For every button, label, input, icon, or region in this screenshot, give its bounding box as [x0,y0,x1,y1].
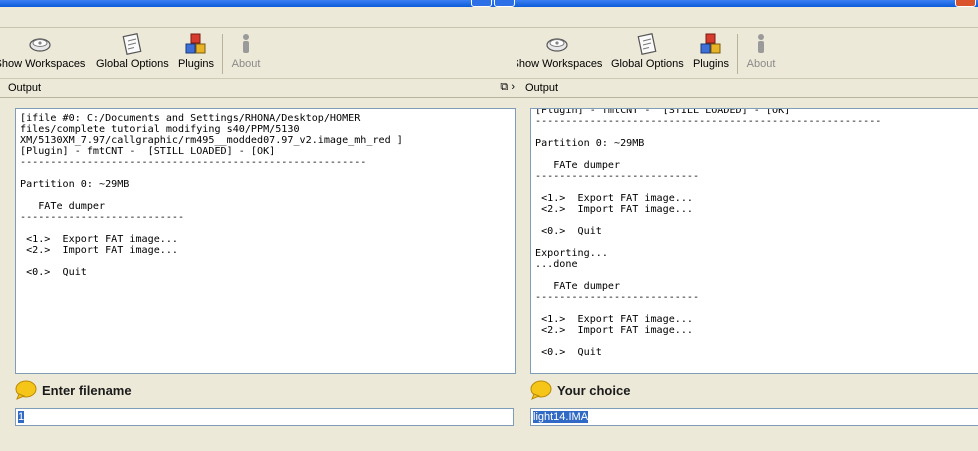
notepad-icon [122,33,142,55]
output-title: Output [8,82,42,94]
output-title: Output [525,82,559,94]
input-value: 1 [18,411,25,423]
speech-bubble-icon [530,380,552,400]
show-workspaces-label: Show Workspaces [0,58,86,70]
minimize-button[interactable] [471,0,492,7]
prompt-row: Your choice [530,379,630,401]
plugins-label: Plugins [692,58,730,70]
toolbar-separator [222,34,223,74]
choice-input[interactable]: light14.IMA [530,408,978,426]
prompt-label: Enter filename [42,382,132,398]
title-bar [0,0,517,7]
plugins-cubes-icon [700,33,721,54]
about-person-icon [243,34,249,53]
toolbar: Show Workspaces Global Options Plugins A… [517,28,978,79]
toolbar-separator [737,34,738,74]
global-options-label: Global Options [611,58,684,70]
output-console[interactable]: [ifile #0: C:/Documents and Settings/RHO… [15,108,516,374]
chevron-right-icon[interactable]: › [511,81,515,93]
global-options-button[interactable]: Global Options [96,30,169,70]
show-workspaces-label: Show Workspaces [517,58,603,70]
window-controls [955,0,976,7]
about-person-icon [758,34,764,53]
menu-bar [517,7,978,28]
panel-controls: ⧉ › [500,81,515,94]
right-window: Show Workspaces Global Options Plugins A… [517,0,978,451]
restore-icon[interactable]: ⧉ [500,81,508,93]
prompt-row: Enter filename [15,379,132,401]
close-button[interactable] [955,0,976,7]
workspaces-icon [546,38,568,52]
plugins-button[interactable]: Plugins [176,30,216,70]
about-button[interactable]: About [228,30,264,70]
console-text: [Plugin] - fmtCNT - [STILL LOADED] - [OK… [535,108,882,358]
title-bar [517,0,978,7]
plugins-label: Plugins [177,58,215,70]
menu-bar [0,7,517,28]
plugins-button[interactable]: Plugins [691,30,731,70]
global-options-button[interactable]: Global Options [611,30,684,70]
speech-bubble-icon [15,380,37,400]
toolbar: Show Workspaces Global Options Plugins A… [0,28,517,79]
prompt-label: Your choice [557,382,631,398]
about-button[interactable]: About [743,30,779,70]
show-workspaces-button[interactable]: Show Workspaces [0,30,88,70]
output-console[interactable]: [Plugin] - fmtCNT - [STILL LOADED] - [OK… [530,108,978,374]
workspaces-icon [29,38,51,52]
output-panel-header: Output ⧉ › [0,80,517,98]
maximize-button[interactable] [494,0,515,7]
filename-input[interactable]: 1 [15,408,514,426]
global-options-label: Global Options [96,58,169,70]
window-controls [471,0,515,7]
about-label: About [746,58,776,70]
console-text: [ifile #0: C:/Documents and Settings/RHO… [20,113,403,278]
about-label: About [231,58,261,70]
notepad-icon [637,33,657,55]
show-workspaces-button[interactable]: Show Workspaces [517,30,605,70]
left-window: Show Workspaces Global Options Plugins A… [0,0,517,451]
input-value: light14.IMA [533,411,589,423]
output-panel-header: Output [517,80,978,98]
plugins-cubes-icon [185,33,206,54]
